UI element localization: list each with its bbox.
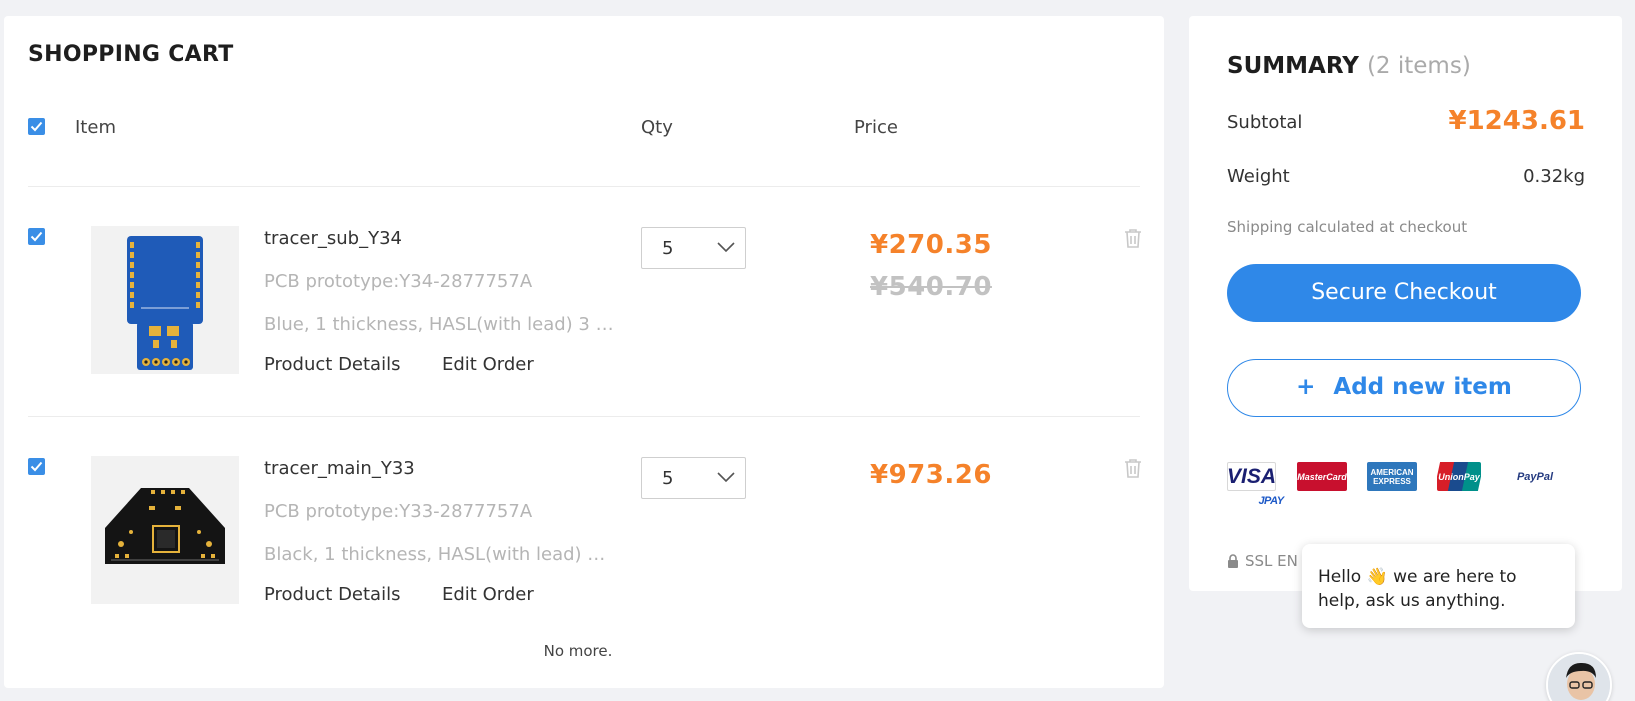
trash-icon[interactable] <box>1124 458 1142 478</box>
quantity-select[interactable]: 5 <box>641 457 746 499</box>
check-icon <box>30 231 43 242</box>
edit-order-link[interactable]: Edit Order <box>442 354 534 375</box>
cart-panel: SHOPPING CART Item Qty Price tracer_sub_… <box>4 16 1164 688</box>
summary-item-count: (2 items) <box>1366 53 1471 79</box>
ssl-notice: SSL EN <box>1227 552 1298 570</box>
page-scrollbar[interactable] <box>1631 0 1635 701</box>
select-all-checkbox[interactable] <box>28 118 45 135</box>
item-name[interactable]: tracer_sub_Y34 <box>264 228 402 249</box>
check-icon <box>30 461 43 472</box>
cart-row: tracer_main_Y33 PCB prototype:Y33-287775… <box>4 456 1164 606</box>
ssl-text: SSL EN <box>1245 552 1298 570</box>
summary-panel: SUMMARY (2 items) Subtotal ¥1243.61 Weig… <box>1189 16 1622 591</box>
divider <box>28 186 1140 187</box>
divider <box>28 416 1140 417</box>
quantity-value: 5 <box>662 238 674 259</box>
item-checkbox[interactable] <box>28 458 45 475</box>
chat-message: Hello 👋 we are here to help, ask us anyt… <box>1318 567 1517 611</box>
visa-logo: VISA <box>1227 462 1276 491</box>
pcb-blue-image <box>127 236 203 370</box>
paypal-logo: PayPal <box>1516 470 1554 483</box>
edit-order-link[interactable]: Edit Order <box>442 584 534 605</box>
weight-value: 0.32kg <box>1523 166 1585 187</box>
product-details-link[interactable]: Product Details <box>264 584 400 605</box>
lock-icon <box>1228 554 1238 568</box>
item-type: PCB prototype:Y33-2877757A <box>264 501 533 522</box>
add-new-item-button[interactable]: + Add new item <box>1227 359 1581 417</box>
quantity-value: 5 <box>662 468 674 489</box>
add-new-item-label: Add new item <box>1333 374 1512 400</box>
check-icon <box>30 121 43 132</box>
chat-popup[interactable]: Hello 👋 we are here to help, ask us anyt… <box>1302 544 1575 628</box>
product-details-link[interactable]: Product Details <box>264 354 400 375</box>
unionpay-logo-text: UnionPay <box>1438 471 1480 482</box>
cart-title: SHOPPING CART <box>28 42 234 67</box>
item-checkbox[interactable] <box>28 228 45 245</box>
item-price: ¥270.35 <box>870 230 992 260</box>
amex-logo-line2: EXPRESS <box>1373 476 1411 486</box>
chevron-down-icon <box>717 472 735 483</box>
quantity-select[interactable]: 5 <box>641 227 746 269</box>
summary-title: SUMMARY (2 items) <box>1227 53 1471 79</box>
no-more-text: No more. <box>543 642 613 660</box>
column-header-price: Price <box>854 117 898 138</box>
item-original-price: ¥540.70 <box>870 272 992 302</box>
subtotal-label: Subtotal <box>1227 112 1303 133</box>
subtotal-value: ¥1243.61 <box>1448 106 1585 136</box>
amex-logo: AMERICAN EXPRESS <box>1367 462 1417 491</box>
cart-row: tracer_sub_Y34 PCB prototype:Y34-2877757… <box>4 226 1164 376</box>
item-price: ¥973.26 <box>870 460 992 490</box>
support-avatar[interactable] <box>1546 652 1612 701</box>
secure-checkout-button[interactable]: Secure Checkout <box>1227 264 1581 322</box>
item-name[interactable]: tracer_main_Y33 <box>264 458 415 479</box>
trash-icon[interactable] <box>1124 228 1142 248</box>
product-thumbnail[interactable] <box>91 226 239 374</box>
item-type: PCB prototype:Y34-2877757A <box>264 271 533 292</box>
mastercard-logo: MasterCard <box>1297 462 1347 491</box>
item-spec: Black, 1 thickness, HASL(with lead) 3 ··… <box>264 544 616 565</box>
column-header-item: Item <box>75 117 116 138</box>
shipping-note: Shipping calculated at checkout <box>1227 218 1468 236</box>
jpay-logo: JPAY <box>1258 495 1284 507</box>
item-actions: Product Details Edit Order <box>264 584 564 606</box>
plus-icon: + <box>1296 374 1316 400</box>
summary-title-text: SUMMARY <box>1227 53 1359 79</box>
chevron-down-icon <box>717 242 735 253</box>
item-spec: Blue, 1 thickness, HASL(with lead) 3 d··… <box>264 314 616 335</box>
avatar-image <box>1548 654 1610 701</box>
column-header-qty: Qty <box>641 117 673 138</box>
list-end-message: No more. <box>4 642 1164 660</box>
item-actions: Product Details Edit Order <box>264 354 564 376</box>
unionpay-logo: UnionPay <box>1437 462 1481 491</box>
weight-label: Weight <box>1227 166 1290 187</box>
pcb-black-image <box>105 488 225 564</box>
amex-logo-line1: AMERICAN <box>1370 467 1414 477</box>
payment-logos: VISA MasterCard AMERICAN EXPRESS UnionPa… <box>1227 462 1587 522</box>
product-thumbnail[interactable] <box>91 456 239 604</box>
